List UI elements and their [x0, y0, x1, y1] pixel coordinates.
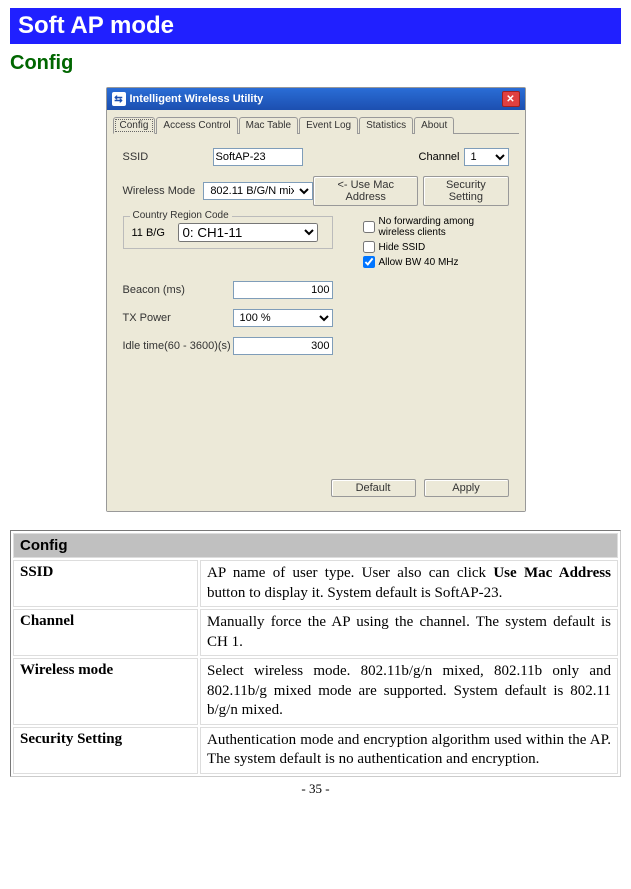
app-icon: ⇆: [112, 92, 126, 106]
country-region-legend: Country Region Code: [130, 210, 232, 221]
beacon-row: Beacon (ms): [123, 281, 509, 299]
checkbox-group: No forwarding among wireless clients Hid…: [363, 216, 509, 271]
row-label-wireless-mode: Wireless mode: [13, 658, 198, 725]
window-body: Config Access Control Mac Table Event Lo…: [107, 110, 525, 511]
tab-event-log[interactable]: Event Log: [299, 117, 358, 134]
checkbox-allow-bw[interactable]: [363, 256, 375, 268]
channel-label: Channel: [419, 151, 460, 163]
wireless-mode-label: Wireless Mode: [123, 185, 204, 197]
tab-access-control[interactable]: Access Control: [156, 117, 237, 134]
ssid-row: SSID Channel 1: [123, 148, 509, 166]
ssid-label: SSID: [123, 151, 213, 163]
button-bar: Default Apply: [113, 471, 519, 505]
security-setting-button[interactable]: Security Setting: [423, 176, 508, 206]
beacon-label: Beacon (ms): [123, 284, 233, 296]
window-title: Intelligent Wireless Utility: [130, 93, 264, 105]
table-row: SSID AP name of user type. User also can…: [13, 560, 618, 607]
txpower-label: TX Power: [123, 312, 233, 324]
wireless-mode-select[interactable]: 802.11 B/G/N mix: [203, 182, 313, 200]
idle-input[interactable]: [233, 337, 333, 355]
tabstrip: Config Access Control Mac Table Event Lo…: [113, 116, 519, 134]
check-allow-bw[interactable]: Allow BW 40 MHz: [363, 256, 509, 268]
channel-block: Channel 1: [419, 148, 509, 166]
app-window: ⇆ Intelligent Wireless Utility ✕ Config …: [106, 87, 526, 512]
tab-config[interactable]: Config: [113, 117, 156, 134]
screenshot-container: ⇆ Intelligent Wireless Utility ✕ Config …: [10, 87, 621, 512]
check-hide-ssid-label: Hide SSID: [379, 242, 426, 253]
row-label-channel: Channel: [13, 609, 198, 656]
tab-statistics[interactable]: Statistics: [359, 117, 413, 134]
section-heading-config: Config: [10, 52, 621, 75]
check-hide-ssid[interactable]: Hide SSID: [363, 241, 509, 253]
table-row: Channel Manually force the AP using the …: [13, 609, 618, 656]
window-titlebar: ⇆ Intelligent Wireless Utility ✕: [107, 88, 525, 110]
check-no-forwarding-label: No forwarding among wireless clients: [379, 216, 509, 238]
default-button[interactable]: Default: [331, 479, 416, 497]
tab-mac-table[interactable]: Mac Table: [239, 117, 298, 134]
row-desc-channel: Manually force the AP using the channel.…: [200, 609, 618, 656]
txpower-select[interactable]: 100 %: [233, 309, 333, 327]
apply-button[interactable]: Apply: [424, 479, 509, 497]
page-number: - 35 -: [10, 781, 621, 797]
bottom-rows: Beacon (ms) TX Power 100 % Idle time(60 …: [123, 281, 509, 355]
config-table-header-row: Config: [13, 533, 618, 558]
check-allow-bw-label: Allow BW 40 MHz: [379, 257, 459, 268]
beacon-input[interactable]: [233, 281, 333, 299]
row-desc-ssid: AP name of user type. User also can clic…: [200, 560, 618, 607]
table-row: Wireless mode Select wireless mode. 802.…: [13, 658, 618, 725]
wireless-mode-row: Wireless Mode 802.11 B/G/N mix <- Use Ma…: [123, 176, 509, 206]
row-label-ssid: SSID: [13, 560, 198, 607]
table-row: Security Setting Authentication mode and…: [13, 727, 618, 774]
middle-section: Country Region Code 11 B/G 0: CH1-11: [123, 216, 509, 271]
idle-label: Idle time(60 - 3600)(s): [123, 340, 233, 352]
form-area: SSID Channel 1 Wireless Mode 802.11 B/G/…: [113, 142, 519, 471]
bg-select[interactable]: 0: CH1-11: [178, 223, 318, 242]
row-desc-security-setting: Authentication mode and encryption algor…: [200, 727, 618, 774]
config-table-header: Config: [13, 533, 618, 558]
ssid-input[interactable]: [213, 148, 303, 166]
row-label-security-setting: Security Setting: [13, 727, 198, 774]
tab-about[interactable]: About: [414, 117, 454, 134]
txpower-row: TX Power 100 %: [123, 309, 509, 327]
config-table: Config SSID AP name of user type. User a…: [10, 530, 621, 777]
use-mac-address-button[interactable]: <- Use Mac Address: [313, 176, 418, 206]
checkbox-hide-ssid[interactable]: [363, 241, 375, 253]
row-desc-wireless-mode: Select wireless mode. 802.11b/g/n mixed,…: [200, 658, 618, 725]
channel-select[interactable]: 1: [464, 148, 509, 166]
close-icon[interactable]: ✕: [502, 91, 520, 107]
checkbox-no-forwarding[interactable]: [363, 221, 375, 233]
idle-row: Idle time(60 - 3600)(s): [123, 337, 509, 355]
country-region-fieldset: Country Region Code 11 B/G 0: CH1-11: [123, 216, 333, 249]
check-no-forwarding[interactable]: No forwarding among wireless clients: [363, 216, 509, 238]
page-title-bar: Soft AP mode: [10, 8, 621, 44]
bg-label: 11 B/G: [132, 227, 172, 239]
